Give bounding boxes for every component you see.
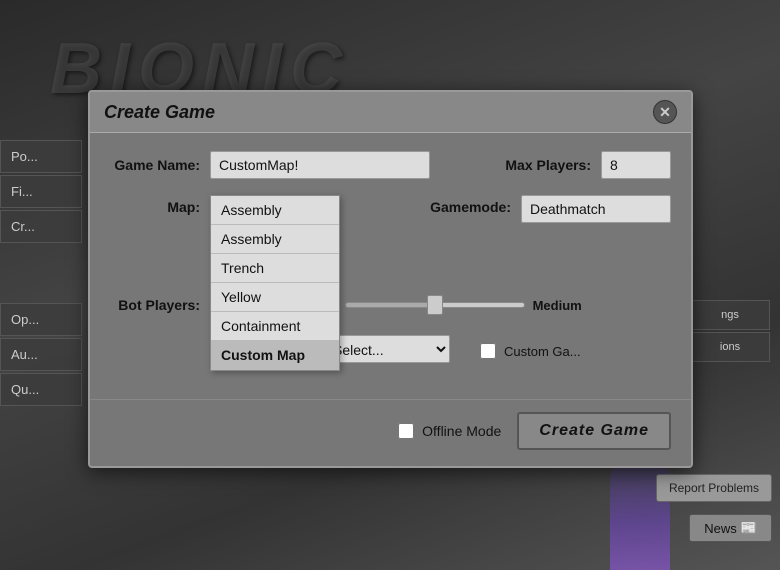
dialog-footer: Offline Mode Create Game	[90, 399, 691, 466]
map-option-assembly2[interactable]: Assembly	[211, 225, 339, 254]
game-name-row: Game Name: Max Players:	[110, 151, 671, 179]
map-row: Map: Assembly Assembly Trench Yellow Con…	[110, 195, 671, 355]
sidebar-btn-1[interactable]: Po...	[0, 140, 82, 173]
bottom-right-btn-2[interactable]: ions	[690, 332, 770, 362]
max-players-input[interactable]	[601, 151, 671, 179]
create-game-dialog: Create Game ✕ Game Name: Max Players: Ma…	[88, 90, 693, 468]
bottom-right-panel: ngs ions	[690, 300, 780, 364]
max-players-label: Max Players:	[501, 157, 591, 173]
offline-mode-checkbox[interactable]	[398, 423, 414, 439]
sidebar-btn-4[interactable]: Op...	[0, 303, 82, 336]
bottom-right-btn-1[interactable]: ngs	[690, 300, 770, 330]
create-game-button[interactable]: Create Game	[517, 412, 671, 450]
news-button[interactable]: News 📰	[689, 514, 772, 542]
map-option-assembly1[interactable]: Assembly	[211, 196, 339, 225]
game-name-input[interactable]	[210, 151, 430, 179]
map-option-trench[interactable]: Trench	[211, 254, 339, 283]
news-label: News	[704, 521, 737, 536]
map-option-containment[interactable]: Containment	[211, 312, 339, 341]
map-label: Map:	[110, 199, 200, 215]
news-icon: 📰	[741, 520, 757, 536]
game-name-label: Game Name:	[110, 157, 200, 173]
gamemode-label: Gamemode:	[421, 199, 511, 215]
report-problems-button[interactable]: Report Problems	[656, 474, 772, 502]
character-silhouette	[610, 450, 670, 570]
close-button[interactable]: ✕	[653, 100, 677, 124]
gamemode-input[interactable]	[521, 195, 671, 223]
sidebar-btn-5[interactable]: Au...	[0, 338, 82, 371]
offline-mode-label: Offline Mode	[422, 423, 501, 439]
sidebar-btn-6[interactable]: Qu...	[0, 373, 82, 406]
dialog-title: Create Game	[104, 102, 215, 123]
dialog-header: Create Game ✕	[90, 92, 691, 133]
offline-mode-row: Offline Mode	[398, 423, 501, 439]
sidebar: Po... Fi... Cr... Op... Au... Qu...	[0, 140, 90, 408]
sidebar-btn-3[interactable]: Cr...	[0, 210, 82, 243]
map-option-yellow[interactable]: Yellow	[211, 283, 339, 312]
dialog-body: Game Name: Max Players: Map: Assembly As…	[90, 133, 691, 399]
map-option-custom[interactable]: Custom Map	[211, 341, 339, 370]
map-dropdown-menu: Assembly Assembly Trench Yellow Containm…	[210, 195, 340, 371]
sidebar-btn-2[interactable]: Fi...	[0, 175, 82, 208]
